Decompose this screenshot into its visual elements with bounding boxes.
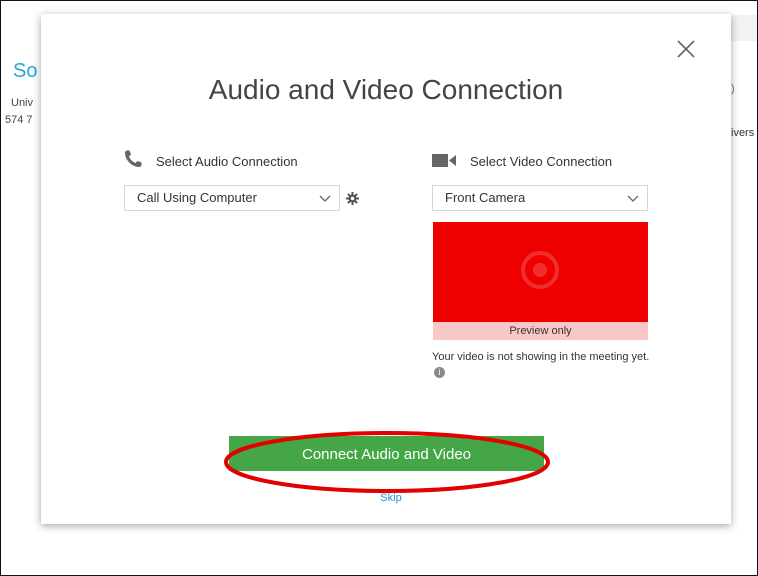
chevron-down-icon [319, 195, 331, 202]
chevron-down-icon [627, 195, 639, 202]
close-button[interactable] [675, 38, 697, 60]
audio-connection-select[interactable]: Call Using Computer [124, 185, 340, 211]
video-status-note: Your video is not showing in the meeting… [432, 350, 652, 378]
video-connection-select[interactable]: Front Camera [432, 185, 648, 211]
background-title-fragment: So [13, 60, 38, 82]
screenshot-frame: So Univ 574 7 ) ivers Audio and Video Co… [0, 0, 758, 576]
video-status-text: Your video is not showing in the meeting… [432, 351, 650, 363]
audio-section-label: Select Audio Connection [156, 154, 298, 169]
background-text-fragment: Univ [11, 97, 34, 109]
video-connection-value: Front Camera [445, 190, 526, 205]
preview-only-label: Preview only [433, 322, 648, 340]
close-icon [677, 40, 695, 58]
gear-icon[interactable] [346, 192, 359, 205]
info-icon[interactable]: i [434, 367, 445, 378]
video-camera-icon [432, 154, 456, 167]
video-section-label: Select Video Connection [470, 154, 613, 169]
dialog-title: Audio and Video Connection [208, 74, 564, 105]
background-text-fragment: ivers [731, 127, 755, 139]
video-preview: Preview only [433, 222, 648, 340]
skip-link[interactable]: Skip [371, 492, 411, 504]
connect-audio-video-button[interactable]: Connect Audio and Video [229, 436, 544, 471]
audio-connection-value: Call Using Computer [137, 190, 257, 205]
camera-placeholder-icon [521, 251, 559, 289]
phone-icon [125, 150, 142, 167]
connection-dialog: Audio and Video Connection Select Audio … [41, 14, 731, 524]
background-text-fragment: 574 7 [5, 114, 33, 126]
background-text-fragment: ) [731, 83, 735, 95]
